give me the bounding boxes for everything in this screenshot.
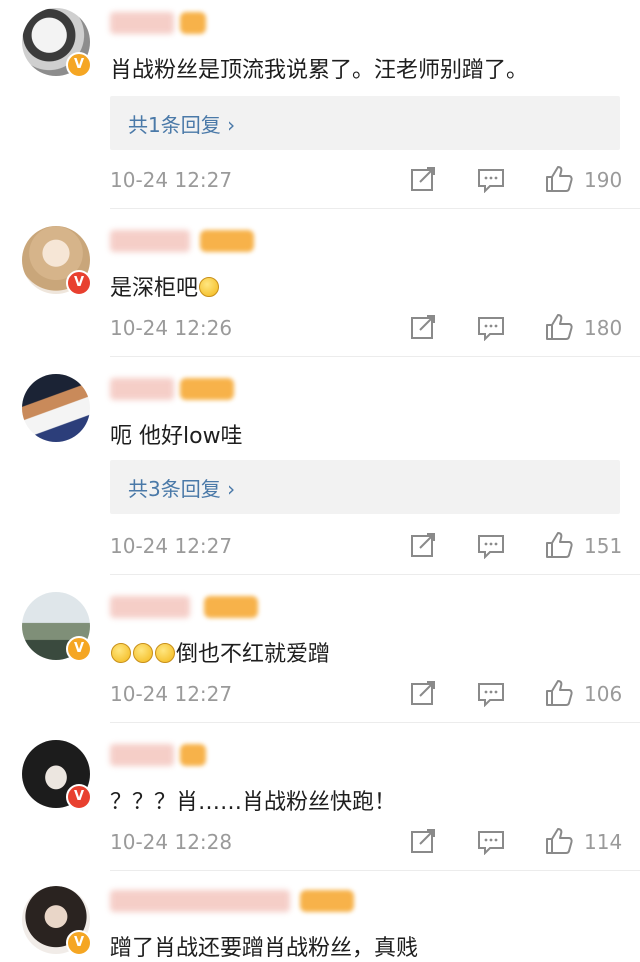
divider: [110, 356, 640, 357]
comment-timestamp: 10-24 12:27: [110, 682, 233, 706]
avatar[interactable]: V: [22, 8, 92, 78]
username-blurred[interactable]: [110, 378, 174, 400]
comment-text: 倒也不红就爱蹭: [110, 636, 330, 668]
like-count: 190: [584, 168, 623, 192]
thumbs-up-icon[interactable]: [544, 678, 574, 708]
verified-badge-icon: V: [66, 784, 92, 810]
comment-text: 呃 他好low哇: [110, 424, 243, 449]
avatar[interactable]: [22, 374, 90, 442]
comment-timestamp: 10-24 12:27: [110, 168, 233, 192]
user-level-badge: [180, 12, 206, 34]
avatar[interactable]: V: [22, 226, 92, 296]
verified-badge-icon: V: [66, 930, 92, 956]
share-icon[interactable]: [410, 828, 438, 854]
reply-count-label[interactable]: 共3条回复 ›: [128, 473, 235, 502]
emoji-icon: [133, 643, 153, 663]
divider: [110, 574, 640, 575]
reply-count-label[interactable]: 共1条回复 ›: [128, 109, 235, 138]
share-icon[interactable]: [410, 532, 438, 558]
like-count: 114: [584, 830, 623, 854]
thumbs-up-icon[interactable]: [544, 164, 574, 194]
thumbs-up-icon[interactable]: [544, 312, 574, 342]
reply-thread-link[interactable]: 共3条回复 ›: [110, 460, 620, 514]
comment-icon[interactable]: [476, 315, 506, 341]
comment-text: 肖战粉丝是顶流我说累了。汪老师别蹭了。: [110, 58, 529, 83]
username-blurred[interactable]: [110, 230, 190, 252]
comment-icon[interactable]: [476, 533, 506, 559]
user-level-badge: [180, 744, 206, 766]
share-icon[interactable]: [410, 680, 438, 706]
comment-icon[interactable]: [476, 167, 506, 193]
thumbs-up-icon[interactable]: [544, 826, 574, 856]
user-level-badge: [180, 378, 234, 400]
comment-timestamp: 10-24 12:28: [110, 830, 233, 854]
username-blurred[interactable]: [110, 596, 190, 618]
username-blurred[interactable]: [110, 12, 174, 34]
comment-icon[interactable]: [476, 681, 506, 707]
like-count: 106: [584, 682, 623, 706]
like-count: 151: [584, 534, 623, 558]
avatar[interactable]: V: [22, 592, 92, 662]
avatar[interactable]: V: [22, 886, 92, 956]
like-count: 180: [584, 316, 623, 340]
user-level-badge: [204, 596, 258, 618]
comment-text: 蹭了肖战还要蹭肖战粉丝，真贱: [110, 936, 419, 961]
share-icon[interactable]: [410, 314, 438, 340]
user-level-badge: [300, 890, 354, 912]
comment-timestamp: 10-24 12:27: [110, 534, 233, 558]
avatar[interactable]: V: [22, 740, 92, 810]
emoji-icon: [199, 277, 220, 297]
username-blurred[interactable]: [110, 744, 174, 766]
emoji-icon: [155, 643, 175, 663]
share-icon[interactable]: [410, 166, 438, 192]
emoji-icon: [111, 643, 131, 663]
comment-icon[interactable]: [476, 829, 506, 855]
divider: [110, 870, 640, 871]
comment-text: ？？？肖……肖战粉丝快跑！: [110, 790, 397, 815]
user-level-badge: [200, 230, 254, 252]
verified-badge-icon: V: [66, 636, 92, 662]
divider: [110, 722, 640, 723]
username-blurred[interactable]: [110, 890, 290, 912]
thumbs-up-icon[interactable]: [544, 530, 574, 560]
divider: [110, 208, 640, 209]
reply-thread-link[interactable]: 共1条回复 ›: [110, 96, 620, 150]
comment-text: 是深柜吧: [110, 270, 220, 302]
verified-badge-icon: V: [66, 270, 92, 296]
comment-timestamp: 10-24 12:26: [110, 316, 233, 340]
verified-badge-icon: V: [66, 52, 92, 78]
